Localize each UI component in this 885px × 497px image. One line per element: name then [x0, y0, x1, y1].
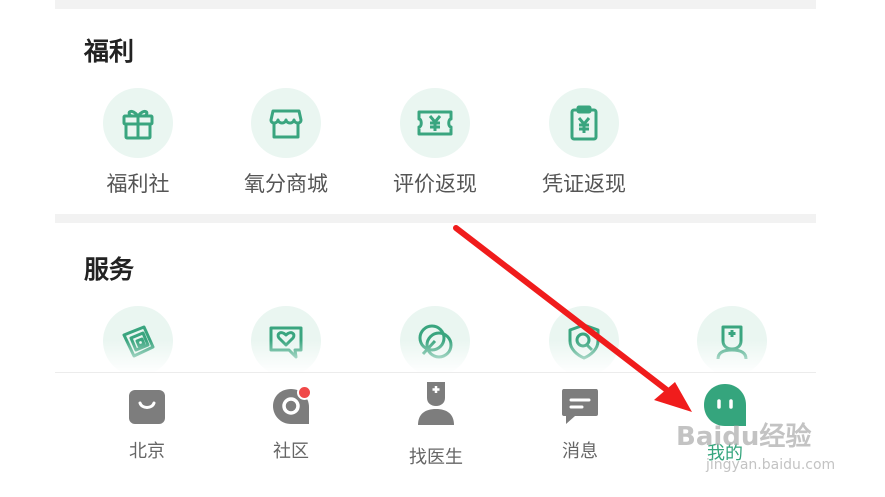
watermark: Baidu经验	[676, 422, 812, 452]
watermark-url: jingyan.baidu.com	[706, 457, 836, 473]
